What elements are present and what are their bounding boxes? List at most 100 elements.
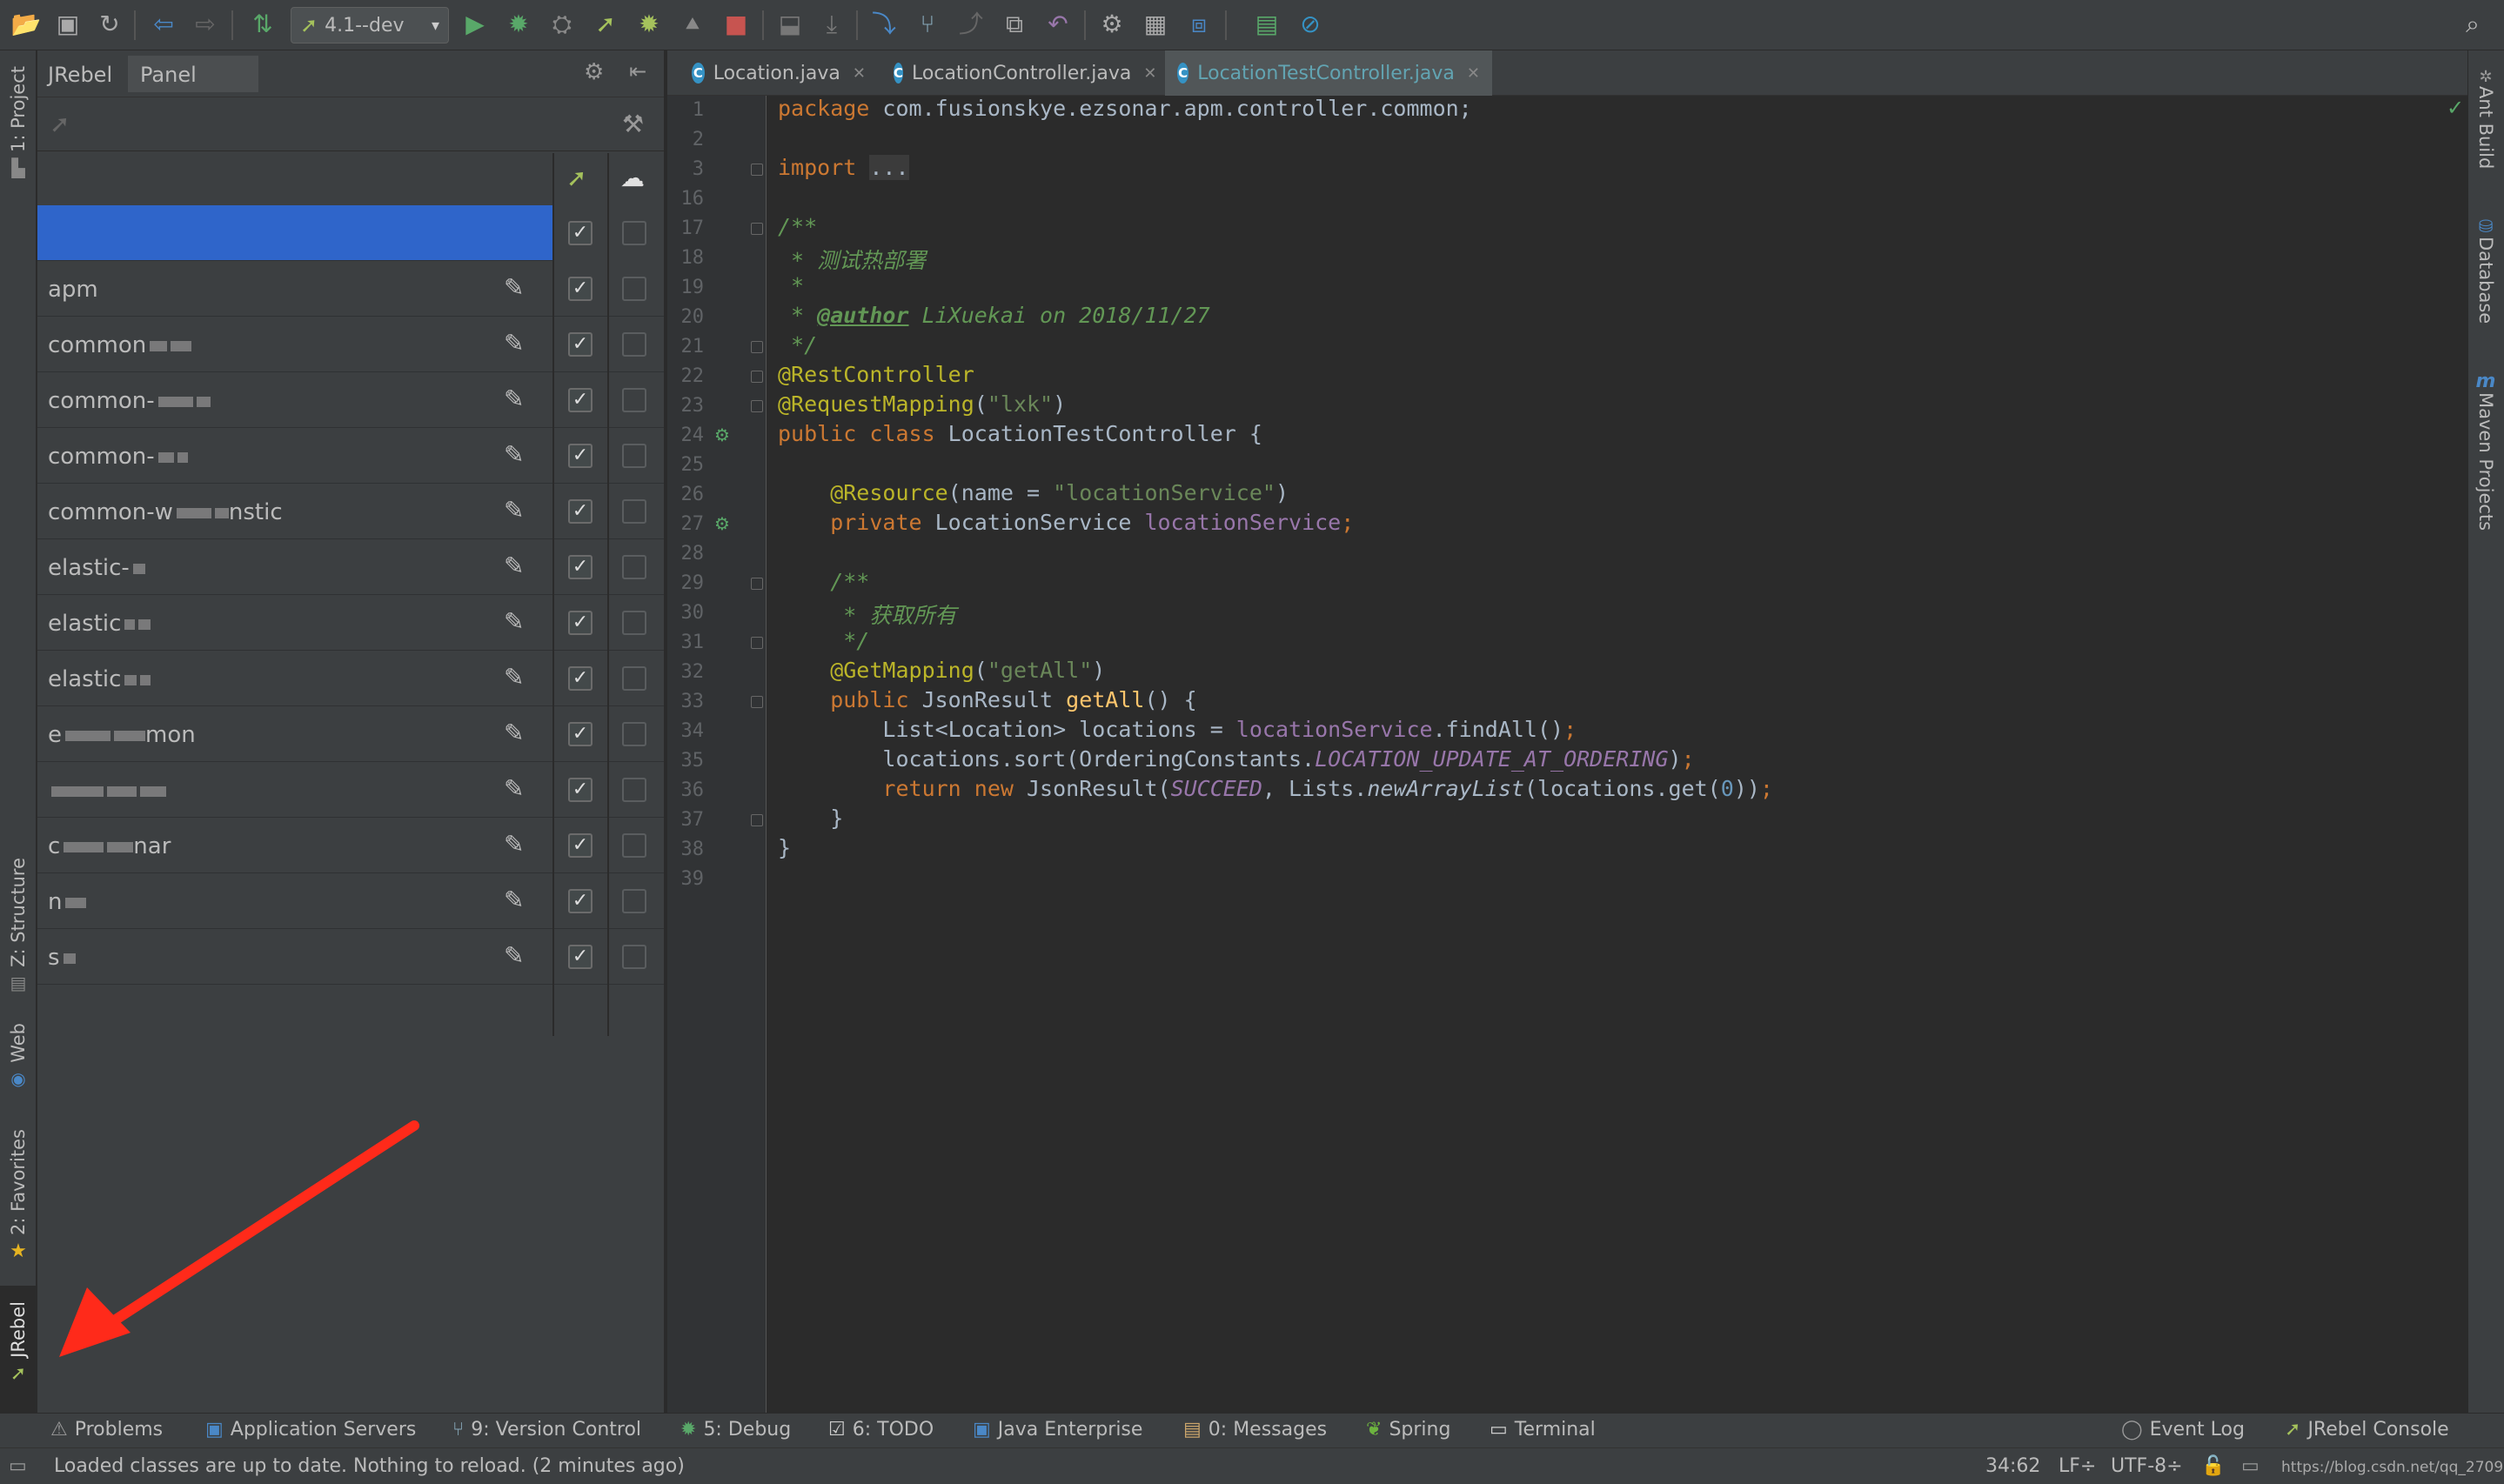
tab-locationcontroller-java[interactable]: C LocationController.java ✕ (881, 50, 1162, 96)
favorites-tool-tab[interactable]: 2: Favorites ★ (0, 1129, 37, 1262)
tab-locationtestcontroller-java[interactable]: C LocationTestController.java ✕ (1165, 50, 1492, 96)
wrench-icon[interactable]: ⚒ (622, 110, 644, 138)
java-enterprise-tool-tab[interactable]: ▣ Java Enterprise (973, 1419, 1142, 1441)
git-push-icon[interactable]: ⤴ (954, 7, 988, 42)
pencil-icon[interactable]: ✎ (504, 384, 524, 413)
pencil-icon[interactable]: ✎ (504, 440, 524, 469)
close-icon[interactable]: ✕ (853, 64, 866, 83)
terminal-sync-icon[interactable]: ⧈ (1182, 7, 1216, 42)
remote-enabled-checkbox[interactable] (622, 444, 646, 468)
tab-location-java[interactable]: C Location.java ✕ (680, 50, 878, 96)
jrebel-enabled-checkbox[interactable]: ✓ (568, 722, 593, 746)
toggle-tool-windows-icon[interactable]: ▭ (9, 1455, 27, 1477)
profile-icon[interactable]: ⯅ (675, 7, 710, 42)
remote-enabled-checkbox[interactable] (622, 332, 646, 357)
panel-tab[interactable]: Panel (140, 63, 197, 87)
remote-enabled-checkbox[interactable] (622, 945, 646, 969)
app-servers-tool-tab[interactable]: ▣ Application Servers (205, 1419, 416, 1441)
todo-tool-tab[interactable]: ☑ 6: TODO (828, 1419, 934, 1441)
jrebel-console-tool-tab[interactable]: ➚ JRebel Console (2285, 1419, 2449, 1441)
remote-enabled-checkbox[interactable] (622, 221, 646, 245)
remote-enabled-checkbox[interactable] (622, 889, 646, 913)
maven-tool-tab[interactable]: m Maven Projects (2475, 371, 2496, 531)
fold-marker-icon[interactable] (751, 400, 763, 412)
messages-tool-tab[interactable]: ▤ 0: Messages (1183, 1419, 1327, 1441)
vcs-tool-tab[interactable]: ⑂ 9: Version Control (452, 1419, 641, 1441)
fold-marker-icon[interactable] (751, 696, 763, 708)
spring-bean-gutter-icon[interactable]: ⚙ (714, 513, 730, 534)
lock-icon[interactable]: 🔓 (2201, 1455, 2225, 1477)
remote-enabled-checkbox[interactable] (622, 778, 646, 802)
remote-enabled-checkbox[interactable] (622, 833, 646, 858)
pencil-icon[interactable]: ✎ (504, 273, 524, 302)
pencil-icon[interactable]: ✎ (504, 607, 524, 636)
project-tool-tab[interactable]: 1: Project ▙ (0, 66, 37, 178)
save-icon[interactable]: ▣ (50, 7, 85, 42)
jrebel-enabled-checkbox[interactable]: ✓ (568, 332, 593, 357)
remote-enabled-checkbox[interactable] (622, 611, 646, 635)
jrebel-enabled-checkbox[interactable]: ✓ (568, 388, 593, 412)
jrebel-enabled-checkbox[interactable]: ✓ (568, 277, 593, 301)
search-icon[interactable]: ⌕ (2455, 7, 2490, 42)
run-configuration-selector[interactable]: ➚ 4.1--dev ▾ (291, 7, 449, 43)
git-pull-icon[interactable]: ⤵ (867, 7, 901, 42)
jrebel-debug-icon[interactable]: ✹ (632, 7, 666, 42)
coverage-icon[interactable]: ⛭ (545, 7, 579, 42)
file-encoding[interactable]: UTF-8÷ (2111, 1455, 2183, 1477)
hide-panel-icon[interactable]: ⇤ (629, 59, 646, 84)
fold-marker-icon[interactable] (751, 637, 763, 649)
close-icon[interactable]: ✕ (1143, 64, 1156, 83)
jrebel-run-icon[interactable]: ➚ (588, 7, 623, 42)
database-tool-tab[interactable]: ⛁ Database (2475, 216, 2496, 324)
vcs-update-2-icon[interactable]: ⤓ (814, 7, 849, 42)
pencil-icon[interactable]: ✎ (504, 830, 524, 859)
back-icon[interactable]: ⇦ (146, 7, 181, 42)
pencil-icon[interactable]: ✎ (504, 774, 524, 803)
jrebel-enabled-checkbox[interactable]: ✓ (568, 945, 593, 969)
problems-tool-tab[interactable]: ⚠ Problems (50, 1419, 163, 1441)
spring-tool-tab[interactable]: ❦ Spring (1366, 1419, 1450, 1441)
pencil-icon[interactable]: ✎ (504, 329, 524, 358)
jrebel-enabled-checkbox[interactable]: ✓ (568, 833, 593, 858)
pencil-icon[interactable]: ✎ (504, 719, 524, 747)
jrebel-enabled-checkbox[interactable]: ✓ (568, 499, 593, 524)
settings-icon[interactable]: ⚙ (1095, 7, 1129, 42)
pencil-icon[interactable]: ✎ (504, 886, 524, 914)
gear-icon[interactable]: ⚙ (584, 59, 604, 85)
jrebel-stats-icon[interactable]: ▤ (1249, 7, 1284, 42)
forward-icon[interactable]: ⇨ (188, 7, 223, 42)
code-editor[interactable]: package com.fusionskye.ezsonar.apm.contr… (767, 96, 2467, 1413)
structure-tool-tab[interactable]: Z: Structure ▤ (0, 858, 37, 993)
remote-enabled-checkbox[interactable] (622, 555, 646, 579)
web-tool-tab[interactable]: Web ◉ (0, 1023, 37, 1089)
pencil-icon[interactable]: ✎ (504, 551, 524, 580)
line-separator[interactable]: LF÷ (2059, 1455, 2096, 1477)
fold-marker-icon[interactable] (751, 814, 763, 826)
jrebel-enabled-checkbox[interactable]: ✓ (568, 555, 593, 579)
vcs-update-icon[interactable]: ⇅ (245, 7, 280, 42)
jrebel-enabled-checkbox[interactable]: ✓ (568, 889, 593, 913)
jrebel-enabled-checkbox[interactable]: ✓ (568, 611, 593, 635)
remote-enabled-checkbox[interactable] (622, 722, 646, 746)
fold-marker-icon[interactable] (751, 223, 763, 235)
event-log-tool-tab[interactable]: ◯ Event Log (2121, 1419, 2245, 1441)
ant-build-tool-tab[interactable]: ✲ Ant Build (2475, 68, 2496, 169)
memory-indicator-icon[interactable]: ▭ (2241, 1455, 2260, 1477)
project-structure-icon[interactable]: ▦ (1138, 7, 1173, 42)
remote-enabled-checkbox[interactable] (622, 388, 646, 412)
remote-enabled-checkbox[interactable] (622, 499, 646, 524)
vcs-commit-icon[interactable]: ⬓ (773, 7, 807, 42)
jrebel-enable-icon[interactable]: ➚ (50, 110, 70, 138)
fold-marker-icon[interactable] (751, 371, 763, 383)
git-branch-icon[interactable]: ⑂ (910, 7, 945, 42)
revert-icon[interactable]: ↶ (1041, 7, 1075, 42)
jrebel-tool-tab[interactable]: JRebel ➚ (0, 1286, 37, 1413)
git-compare-icon[interactable]: ⧉ (997, 7, 1032, 42)
no-entry-icon[interactable]: ⊘ (1293, 7, 1328, 42)
debug-icon[interactable]: ✹ (501, 7, 536, 42)
stop-icon[interactable]: ■ (719, 7, 753, 42)
remote-enabled-checkbox[interactable] (622, 277, 646, 301)
run-icon[interactable]: ▶ (458, 7, 492, 42)
fold-marker-icon[interactable] (751, 164, 763, 176)
fold-marker-icon[interactable] (751, 341, 763, 353)
